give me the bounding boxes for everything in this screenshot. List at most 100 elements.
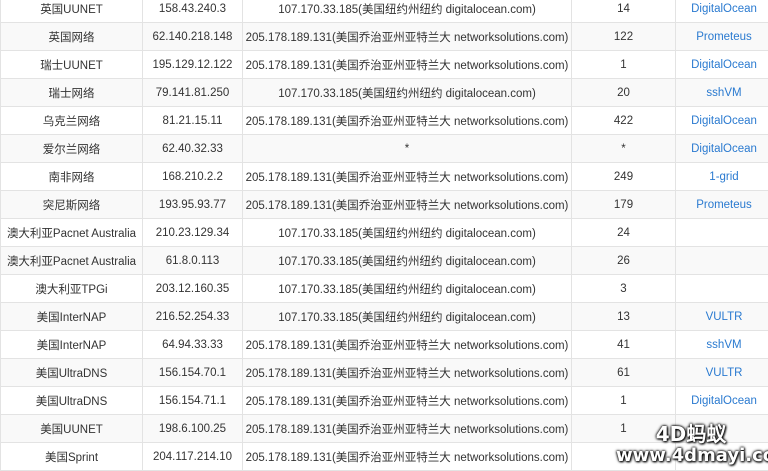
cell-dns-ip: 198.6.100.25 [143,415,243,443]
cell-response-time: 24 [572,219,676,247]
cell-provider-link[interactable] [676,219,768,247]
cell-response-time: 179 [572,191,676,219]
cell-dns-ip: 79.141.81.250 [143,79,243,107]
cell-location: 澳大利亚Pacnet Australia [1,247,143,275]
cell-provider-link[interactable]: DigitalOcean [676,107,768,135]
dns-results-table: 英国UUNET158.43.240.3107.170.33.185(美国纽约州纽… [0,0,768,471]
cell-provider-link[interactable]: sshVM [676,331,768,359]
cell-resolve-result: 107.170.33.185(美国纽约州纽约 digitalocean.com) [243,275,572,303]
cell-location: 美国UltraDNS [1,387,143,415]
cell-location: 瑞士UUNET [1,51,143,79]
cell-dns-ip: 168.210.2.2 [143,163,243,191]
dns-results-body: 英国UUNET158.43.240.3107.170.33.185(美国纽约州纽… [1,0,768,471]
cell-provider-link[interactable]: DigitalOcean [676,51,768,79]
cell-dns-ip: 62.140.218.148 [143,23,243,51]
cell-response-time: 14 [572,0,676,23]
table-row: 澳大利亚Pacnet Australia210.23.129.34107.170… [1,219,768,247]
cell-dns-ip: 193.95.93.77 [143,191,243,219]
cell-provider-link[interactable]: DigitalOcean [676,0,768,23]
cell-resolve-result: 205.178.189.131(美国乔治亚州亚特兰大 networksoluti… [243,51,572,79]
cell-resolve-result: 205.178.189.131(美国乔治亚州亚特兰大 networksoluti… [243,387,572,415]
cell-resolve-result: 205.178.189.131(美国乔治亚州亚特兰大 networksoluti… [243,443,572,471]
cell-response-time: 61 [572,359,676,387]
cell-resolve-result: 205.178.189.131(美国乔治亚州亚特兰大 networksoluti… [243,23,572,51]
cell-resolve-result: 205.178.189.131(美国乔治亚州亚特兰大 networksoluti… [243,191,572,219]
cell-provider-link[interactable]: VULTR [676,359,768,387]
cell-location: 瑞士网络 [1,79,143,107]
cell-response-time: 122 [572,23,676,51]
cell-response-time: 422 [572,107,676,135]
cell-provider-link[interactable]: 1-grid [676,163,768,191]
cell-provider-link[interactable]: DigitalOcean [676,135,768,163]
cell-resolve-result: 205.178.189.131(美国乔治亚州亚特兰大 networksoluti… [243,163,572,191]
cell-dns-ip: 156.154.70.1 [143,359,243,387]
table-row: 英国网络62.140.218.148205.178.189.131(美国乔治亚州… [1,23,768,51]
cell-dns-ip: 61.8.0.113 [143,247,243,275]
cell-resolve-result: 107.170.33.185(美国纽约州纽约 digitalocean.com) [243,0,572,23]
cell-response-time: 26 [572,247,676,275]
cell-location: 突尼斯网络 [1,191,143,219]
watermark-url: www.4dmayi.com [616,446,766,467]
cell-response-time: 1 [572,387,676,415]
cell-provider-link[interactable]: Prometeus [676,23,768,51]
cell-resolve-result: 107.170.33.185(美国纽约州纽约 digitalocean.com) [243,79,572,107]
cell-resolve-result: * [243,135,572,163]
cell-location: 美国InterNAP [1,331,143,359]
cell-dns-ip: 62.40.32.33 [143,135,243,163]
cell-resolve-result: 205.178.189.131(美国乔治亚州亚特兰大 networksoluti… [243,415,572,443]
cell-dns-ip: 156.154.71.1 [143,387,243,415]
cell-provider-link[interactable] [676,247,768,275]
cell-location: 美国UUNET [1,415,143,443]
cell-dns-ip: 216.52.254.33 [143,303,243,331]
cell-provider-link[interactable]: sshVM [676,79,768,107]
table-row: 美国UltraDNS156.154.70.1205.178.189.131(美国… [1,359,768,387]
table-row: 美国UltraDNS156.154.71.1205.178.189.131(美国… [1,387,768,415]
cell-dns-ip: 195.129.12.122 [143,51,243,79]
table-row: 突尼斯网络193.95.93.77205.178.189.131(美国乔治亚州亚… [1,191,768,219]
cell-location: 英国UUNET [1,0,143,23]
cell-location: 乌克兰网络 [1,107,143,135]
cell-location: 爱尔兰网络 [1,135,143,163]
cell-response-time: 13 [572,303,676,331]
cell-location: 澳大利亚TPGi [1,275,143,303]
cell-location: 美国InterNAP [1,303,143,331]
cell-response-time: 249 [572,163,676,191]
table-row: 澳大利亚Pacnet Australia61.8.0.113107.170.33… [1,247,768,275]
cell-resolve-result: 107.170.33.185(美国纽约州纽约 digitalocean.com) [243,219,572,247]
cell-response-time: 3 [572,275,676,303]
cell-dns-ip: 64.94.33.33 [143,331,243,359]
cell-provider-link[interactable]: VULTR [676,303,768,331]
cell-location: 英国网络 [1,23,143,51]
cell-response-time: * [572,135,676,163]
cell-dns-ip: 81.21.15.11 [143,107,243,135]
cell-response-time: 20 [572,79,676,107]
table-row: 瑞士网络79.141.81.250107.170.33.185(美国纽约州纽约 … [1,79,768,107]
table-row: 南非网络168.210.2.2205.178.189.131(美国乔治亚州亚特兰… [1,163,768,191]
cell-resolve-result: 205.178.189.131(美国乔治亚州亚特兰大 networksoluti… [243,359,572,387]
cell-response-time: 1 [572,51,676,79]
cell-location: 美国Sprint [1,443,143,471]
cell-provider-link[interactable]: Prometeus [676,191,768,219]
cell-provider-link[interactable]: DigitalOcean [676,387,768,415]
cell-resolve-result: 205.178.189.131(美国乔治亚州亚特兰大 networksoluti… [243,107,572,135]
watermark-brand: 4D蚂蚁 [616,423,766,446]
cell-location: 南非网络 [1,163,143,191]
cell-dns-ip: 158.43.240.3 [143,0,243,23]
table-row: 爱尔兰网络62.40.32.33**DigitalOcean [1,135,768,163]
cell-response-time: 41 [572,331,676,359]
cell-dns-ip: 204.117.214.10 [143,443,243,471]
table-row: 澳大利亚TPGi203.12.160.35107.170.33.185(美国纽约… [1,275,768,303]
cell-resolve-result: 107.170.33.185(美国纽约州纽约 digitalocean.com) [243,303,572,331]
cell-provider-link[interactable] [676,275,768,303]
cell-dns-ip: 210.23.129.34 [143,219,243,247]
table-row: 瑞士UUNET195.129.12.122205.178.189.131(美国乔… [1,51,768,79]
table-row: 美国InterNAP64.94.33.33205.178.189.131(美国乔… [1,331,768,359]
cell-location: 美国UltraDNS [1,359,143,387]
table-row: 美国InterNAP216.52.254.33107.170.33.185(美国… [1,303,768,331]
cell-resolve-result: 107.170.33.185(美国纽约州纽约 digitalocean.com) [243,247,572,275]
cell-resolve-result: 205.178.189.131(美国乔治亚州亚特兰大 networksoluti… [243,331,572,359]
table-row: 英国UUNET158.43.240.3107.170.33.185(美国纽约州纽… [1,0,768,23]
cell-dns-ip: 203.12.160.35 [143,275,243,303]
table-row: 乌克兰网络81.21.15.11205.178.189.131(美国乔治亚州亚特… [1,107,768,135]
watermark: 4D蚂蚁 www.4dmayi.com [616,423,766,467]
